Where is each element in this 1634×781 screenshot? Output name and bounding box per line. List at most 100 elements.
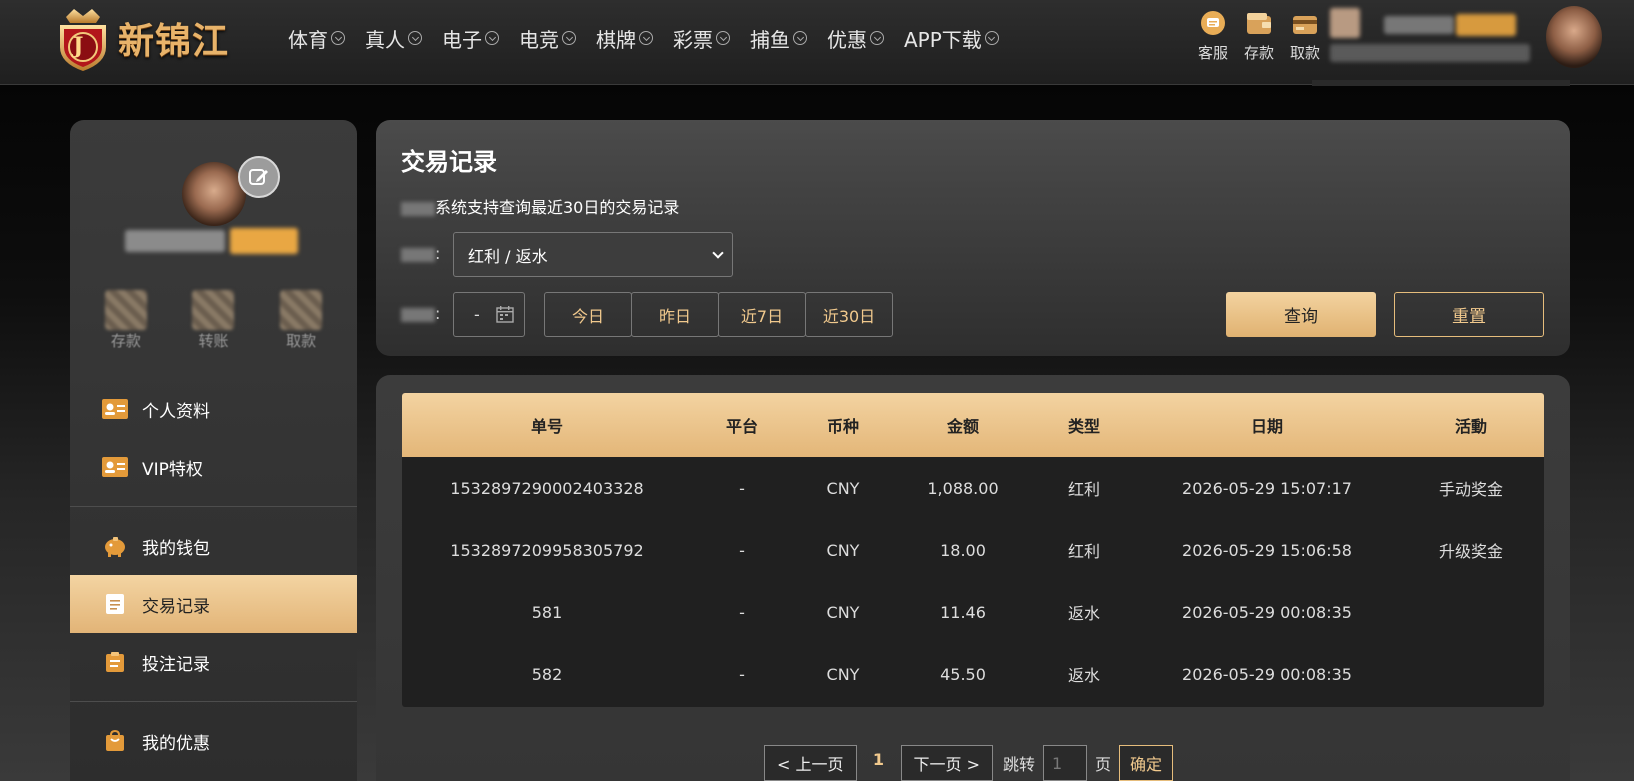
sidebar-action-withdraw[interactable]: 取款	[271, 290, 331, 351]
chevron-down-icon	[331, 31, 345, 45]
sidebar-item-label: 我的优惠	[142, 733, 210, 754]
cell-type: 红利	[1067, 480, 1100, 499]
query-range-note-text: 系统支持查询最近30日的交易记录	[435, 198, 680, 217]
type-label-redacted	[401, 247, 435, 262]
user-avatar[interactable]	[1546, 6, 1602, 68]
jump-page-input[interactable]: 1	[1043, 745, 1088, 781]
nav-label: 真人	[365, 27, 405, 52]
cell-amount: 45.50	[940, 664, 986, 684]
range-yesterday-button[interactable]: 昨日	[631, 292, 719, 337]
cell-date: 2026-05-29 00:08:35	[1182, 602, 1352, 622]
query-button[interactable]: 查询	[1226, 292, 1376, 337]
nav-item-app-download[interactable]: APP下载	[904, 20, 999, 56]
cell-currency: CNY	[826, 478, 860, 498]
quick-link-deposit[interactable]: 存款	[1236, 10, 1282, 63]
range-today-button[interactable]: 今日	[544, 292, 632, 337]
sidebar-item-transactions[interactable]: 交易记录	[70, 575, 357, 633]
transfer-icon	[192, 290, 235, 330]
user-panel-underline	[1312, 80, 1570, 86]
table-row: 582 - CNY 45.50 返水 2026-05-29 00:08:35	[402, 643, 1544, 705]
date-range-picker[interactable]: -	[453, 292, 525, 337]
sidebar-action-transfer[interactable]: 转账	[183, 290, 243, 351]
type-label: :	[401, 244, 440, 263]
cell-currency: CNY	[826, 602, 860, 622]
logo-crown-shield-icon: J	[52, 7, 114, 71]
sidebar-action-label: 转账	[198, 332, 229, 350]
sidebar-item-bets[interactable]: 投注记录	[70, 633, 357, 691]
column-header: 单号	[530, 417, 563, 436]
balance-redacted	[1330, 44, 1530, 62]
profile-name-redacted	[125, 230, 225, 252]
chevron-down-icon	[984, 31, 999, 45]
nav-item-fishing[interactable]: 捕鱼	[750, 20, 807, 56]
range-7days-button[interactable]: 近7日	[718, 292, 806, 337]
cell-amount: 11.46	[940, 602, 986, 622]
sidebar-item-wallet[interactable]: 我的钱包	[70, 517, 357, 575]
quick-link-support[interactable]: 客服	[1190, 10, 1236, 63]
chevron-down-icon	[716, 31, 730, 45]
column-header: 活動	[1454, 417, 1487, 436]
nav-item-live[interactable]: 真人	[365, 20, 422, 56]
jump-label: 跳转	[1003, 755, 1036, 774]
cell-date: 2026-05-29 15:06:58	[1182, 540, 1352, 560]
transaction-type-select[interactable]: 红利 / 返水	[453, 232, 733, 277]
nav-label: 彩票	[673, 27, 713, 52]
brand-logo[interactable]: J 新锦江	[52, 4, 252, 72]
next-page-button[interactable]: 下一页 >	[900, 745, 993, 781]
prev-page-button[interactable]: < 上一页	[764, 745, 857, 781]
cell-order-id: 582	[531, 664, 563, 684]
reset-button[interactable]: 重置	[1394, 292, 1544, 337]
menu-divider	[70, 506, 357, 507]
transaction-table-panel: 单号 平台 币种 金额 类型 日期 活動 1532897290002403328…	[376, 375, 1570, 781]
table-row: 1532897209958305792 - CNY 18.00 红利 2026-…	[402, 519, 1544, 581]
cell-order-id: 1532897290002403328	[450, 478, 644, 498]
cell-date: 2026-05-29 15:07:17	[1182, 478, 1352, 498]
note-prefix-redacted	[401, 201, 435, 216]
quick-date-range: 今日 昨日 近7日 近30日	[544, 292, 893, 337]
cell-type: 红利	[1067, 542, 1100, 561]
nav-item-esports[interactable]: 电竞	[519, 20, 576, 56]
vip-level-redacted	[1456, 14, 1516, 36]
nav-label: 优惠	[827, 27, 867, 52]
nav-item-promotions[interactable]: 优惠	[827, 20, 884, 56]
date-label-redacted	[401, 307, 435, 322]
sidebar-item-label: VIP特权	[142, 459, 203, 480]
cell-date: 2026-05-29 00:08:35	[1182, 664, 1352, 684]
nav-label: 电子	[442, 27, 482, 52]
query-range-note: 系统支持查询最近30日的交易记录	[401, 194, 679, 218]
main-nav: 体育 真人 电子 电竞 棋牌 彩票 捕鱼 优惠 APP下载	[288, 20, 1019, 56]
range-30days-button[interactable]: 近30日	[805, 292, 893, 337]
nav-label: 捕鱼	[750, 27, 790, 52]
deposit-icon	[104, 290, 147, 330]
cell-type: 返水	[1067, 666, 1100, 685]
table-row: 581 - CNY 11.46 返水 2026-05-29 00:08:35	[402, 581, 1544, 643]
transaction-type-value: 红利 / 返水	[468, 246, 548, 266]
nav-item-lottery[interactable]: 彩票	[673, 20, 730, 56]
chevron-down-icon	[870, 31, 884, 45]
sidebar-item-profile[interactable]: 个人资料	[70, 380, 357, 438]
nav-item-sports[interactable]: 体育	[288, 20, 345, 56]
edit-profile-button[interactable]	[238, 156, 280, 198]
user-avatar-small	[1330, 8, 1360, 38]
cell-currency: CNY	[826, 664, 860, 684]
chevron-down-icon	[712, 247, 724, 259]
sidebar-action-deposit[interactable]: 存款	[96, 290, 156, 351]
nav-item-cards[interactable]: 棋牌	[596, 20, 653, 56]
sidebar-item-vip[interactable]: VIP特权	[70, 438, 357, 496]
cell-currency: CNY	[826, 540, 860, 560]
sidebar-item-label: 我的钱包	[142, 538, 210, 559]
current-page-number[interactable]: 1	[857, 750, 901, 769]
sidebar-item-my-promotions[interactable]: 我的优惠	[70, 712, 357, 770]
transaction-table: 单号 平台 币种 金额 类型 日期 活動 1532897290002403328…	[402, 393, 1544, 707]
chevron-down-icon	[793, 31, 807, 45]
calendar-icon	[496, 306, 514, 323]
nav-label: 体育	[288, 27, 328, 52]
jump-confirm-button[interactable]: 确定	[1119, 745, 1174, 781]
sidebar-action-label: 取款	[286, 332, 317, 350]
nav-item-slots[interactable]: 电子	[442, 20, 499, 56]
gift-bag-icon	[102, 730, 128, 752]
withdraw-icon	[280, 290, 323, 330]
user-account-info[interactable]	[1312, 8, 1570, 88]
profile-avatar	[182, 162, 246, 226]
id-card-icon	[102, 398, 128, 420]
